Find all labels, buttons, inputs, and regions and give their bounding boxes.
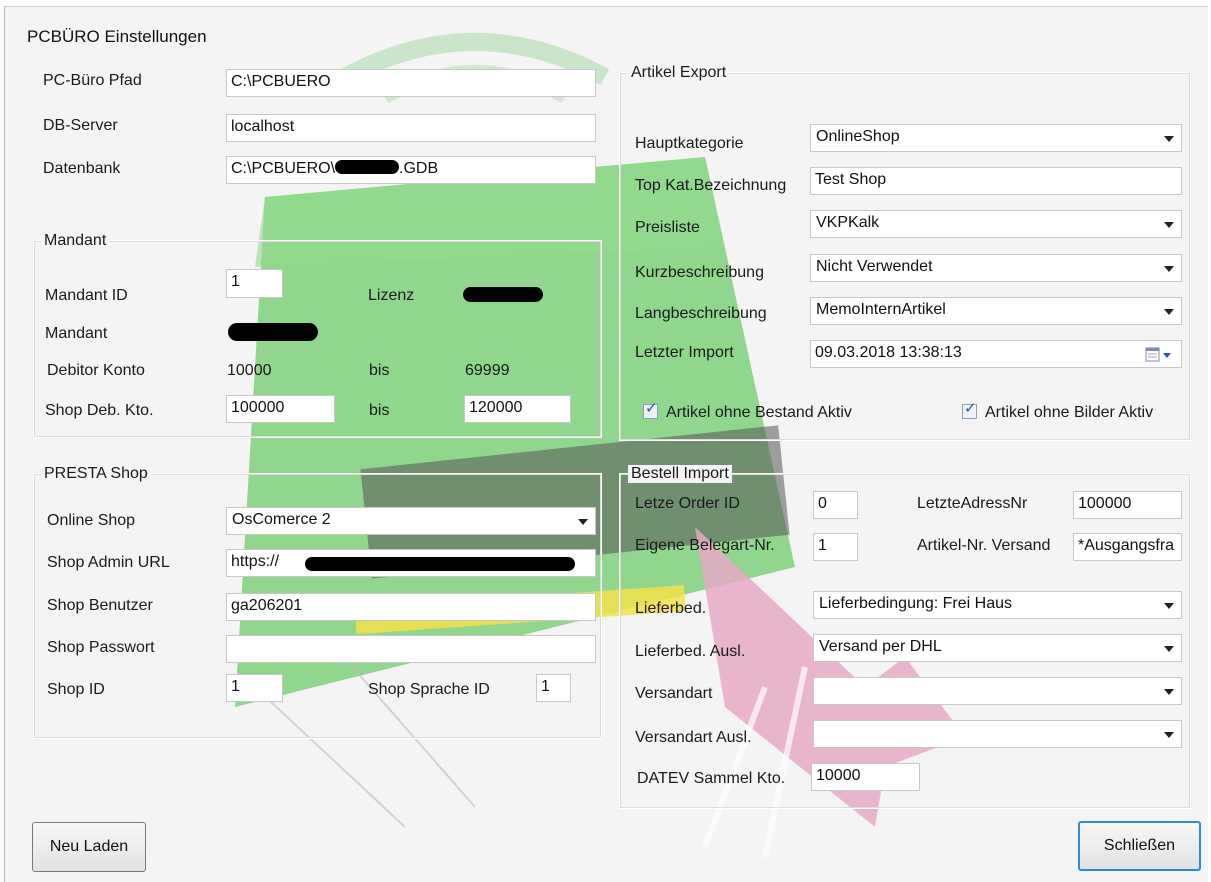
versandart-ausl-select[interactable] [813, 720, 1182, 748]
checkmark-icon: ✓ [964, 400, 977, 417]
shop-sprache-id-input[interactable]: 1 [536, 674, 571, 702]
letzter-import-datepicker[interactable]: 09.03.2018 13:38:13 [810, 340, 1182, 368]
debitor-from-value: 10000 [227, 362, 272, 379]
lieferbed-ausl-label: Lieferbed. Ausl. [635, 643, 746, 660]
chevron-down-icon [1164, 136, 1174, 142]
eigene-belegart-nr-input[interactable]: 1 [813, 533, 858, 561]
datenbank-value-prefix: C:\PCBUERO\ [231, 160, 336, 177]
neu-laden-button[interactable]: Neu Laden [32, 822, 146, 872]
artikel-nr-versand-label: Artikel-Nr. Versand [917, 537, 1051, 554]
online-shop-value: OsComerce 2 [232, 511, 331, 528]
datev-sammel-kto-input[interactable]: 10000 [811, 763, 920, 791]
mandant-name-label: Mandant [45, 325, 108, 342]
shop-passwort-label: Shop Passwort [47, 639, 155, 656]
debitor-konto-label: Debitor Konto [47, 362, 145, 379]
shop-id-label: Shop ID [47, 681, 105, 698]
db-server-label: DB-Server [43, 117, 118, 134]
artikel-ohne-bilder-label: Artikel ohne Bilder Aktiv [985, 404, 1154, 421]
mandant-id-input[interactable]: 1 [226, 269, 283, 298]
letzter-import-value: 09.03.2018 13:38:13 [815, 344, 962, 361]
shop-passwort-input[interactable] [226, 635, 596, 663]
shop-deb-to-input[interactable]: 120000 [464, 395, 571, 423]
window-title: PCBÜRO Einstellungen [27, 27, 207, 46]
shop-benutzer-label: Shop Benutzer [47, 597, 153, 614]
datenbank-value-suffix: .GDB [399, 160, 439, 177]
mandant-id-label: Mandant ID [45, 287, 128, 304]
shop-deb-from-input[interactable]: 100000 [226, 395, 335, 423]
chevron-down-icon [1164, 603, 1174, 609]
shop-admin-url-value: https:// [231, 553, 280, 570]
pcbuero-path-input[interactable]: C:\PCBUERO [226, 69, 596, 97]
letze-order-id-input[interactable]: 0 [813, 491, 858, 519]
chevron-down-icon [1164, 222, 1174, 228]
artikel-ohne-bestand-checkbox[interactable]: ✓ [643, 400, 658, 419]
shop-benutzer-input[interactable]: ga206201 [226, 593, 596, 621]
eigene-belegart-nr-label: Eigene Belegart-Nr. [635, 537, 775, 554]
presta-shop-legend: PRESTA Shop [41, 465, 151, 483]
shop-sprache-id-label: Shop Sprache ID [368, 681, 490, 698]
kurzbeschreibung-select[interactable]: Nicht Verwendet [810, 254, 1182, 282]
lieferbed-value: Lieferbedingung: Frei Haus [819, 595, 1013, 612]
preisliste-label: Preisliste [635, 219, 700, 236]
shop-deb-bis-label: bis [369, 402, 390, 419]
versandart-select[interactable] [813, 677, 1182, 705]
versandart-ausl-label: Versandart Ausl. [635, 729, 752, 746]
lizenz-redacted [463, 287, 543, 302]
lieferbed-ausl-value: Versand per DHL [819, 638, 942, 655]
lizenz-label: Lizenz [368, 287, 415, 304]
debitor-to-value: 69999 [465, 362, 510, 379]
redacted-block [335, 160, 400, 174]
preisliste-value: VKPKalk [816, 214, 880, 231]
checkmark-icon: ✓ [645, 400, 658, 417]
lieferbed-ausl-select[interactable]: Versand per DHL [813, 634, 1182, 662]
datenbank-input[interactable]: C:\PCBUERO\ .GDB [226, 156, 596, 184]
shop-deb-kto-label: Shop Deb. Kto. [45, 402, 154, 419]
lieferbed-label: Lieferbed. [635, 600, 707, 617]
settings-window: PCBÜRO Einstellungen PC-Büro Pfad C:\PCB… [4, 6, 1208, 882]
datev-sammel-kto-label: DATEV Sammel Kto. [637, 770, 786, 787]
debitor-bis-label: bis [369, 362, 390, 379]
kurzbeschreibung-label: Kurzbeschreibung [635, 264, 764, 281]
hauptkategorie-select[interactable]: OnlineShop [810, 124, 1182, 152]
mandant-legend: Mandant [41, 232, 110, 250]
online-shop-select[interactable]: OsComerce 2 [226, 507, 596, 535]
preisliste-select[interactable]: VKPKalk [810, 210, 1182, 238]
langbeschreibung-label: Langbeschreibung [635, 305, 767, 322]
langbeschreibung-value: MemoInternArtikel [816, 301, 946, 318]
bestell-import-legend: Bestell Import [628, 465, 732, 483]
artikel-ohne-bestand-label: Artikel ohne Bestand Aktiv [666, 404, 852, 421]
chevron-down-icon [1164, 732, 1174, 738]
versandart-label: Versandart [635, 685, 713, 702]
chevron-down-icon [1164, 309, 1174, 315]
mandant-name-redacted [228, 323, 318, 341]
artikel-export-legend: Artikel Export [628, 64, 730, 82]
letze-order-id-label: Letze Order ID [635, 495, 740, 512]
shop-id-input[interactable]: 1 [226, 674, 283, 702]
letzter-import-label: Letzter Import [635, 344, 734, 361]
db-server-input[interactable]: localhost [226, 114, 596, 142]
schliessen-button[interactable]: Schließen [1078, 821, 1201, 871]
hauptkategorie-label: Hauptkategorie [635, 135, 744, 152]
top-kat-bezeichnung-label: Top Kat.Bezeichnung [635, 177, 787, 194]
letzte-adress-nr-input[interactable]: 100000 [1073, 491, 1182, 519]
chevron-down-icon [1164, 689, 1174, 695]
chevron-down-icon [578, 519, 588, 525]
calendar-icon[interactable] [1145, 347, 1173, 363]
chevron-down-icon [1164, 266, 1174, 272]
admin-url-redacted [305, 557, 575, 571]
chevron-down-icon [1164, 646, 1174, 652]
datenbank-label: Datenbank [43, 160, 121, 177]
langbeschreibung-select[interactable]: MemoInternArtikel [810, 297, 1182, 325]
shop-admin-url-label: Shop Admin URL [47, 554, 170, 571]
lieferbed-select[interactable]: Lieferbedingung: Frei Haus [813, 591, 1182, 619]
letzte-adress-nr-label: LetzteAdressNr [917, 495, 1028, 512]
artikel-nr-versand-input[interactable]: *Ausgangsfra [1073, 533, 1182, 561]
kurzbeschreibung-value: Nicht Verwendet [816, 258, 933, 275]
pcbuero-path-label: PC-Büro Pfad [43, 72, 142, 89]
artikel-ohne-bilder-checkbox[interactable]: ✓ [962, 400, 977, 419]
hauptkategorie-value: OnlineShop [816, 128, 900, 145]
online-shop-label: Online Shop [47, 512, 136, 529]
top-kat-bezeichnung-input[interactable]: Test Shop [810, 167, 1182, 195]
